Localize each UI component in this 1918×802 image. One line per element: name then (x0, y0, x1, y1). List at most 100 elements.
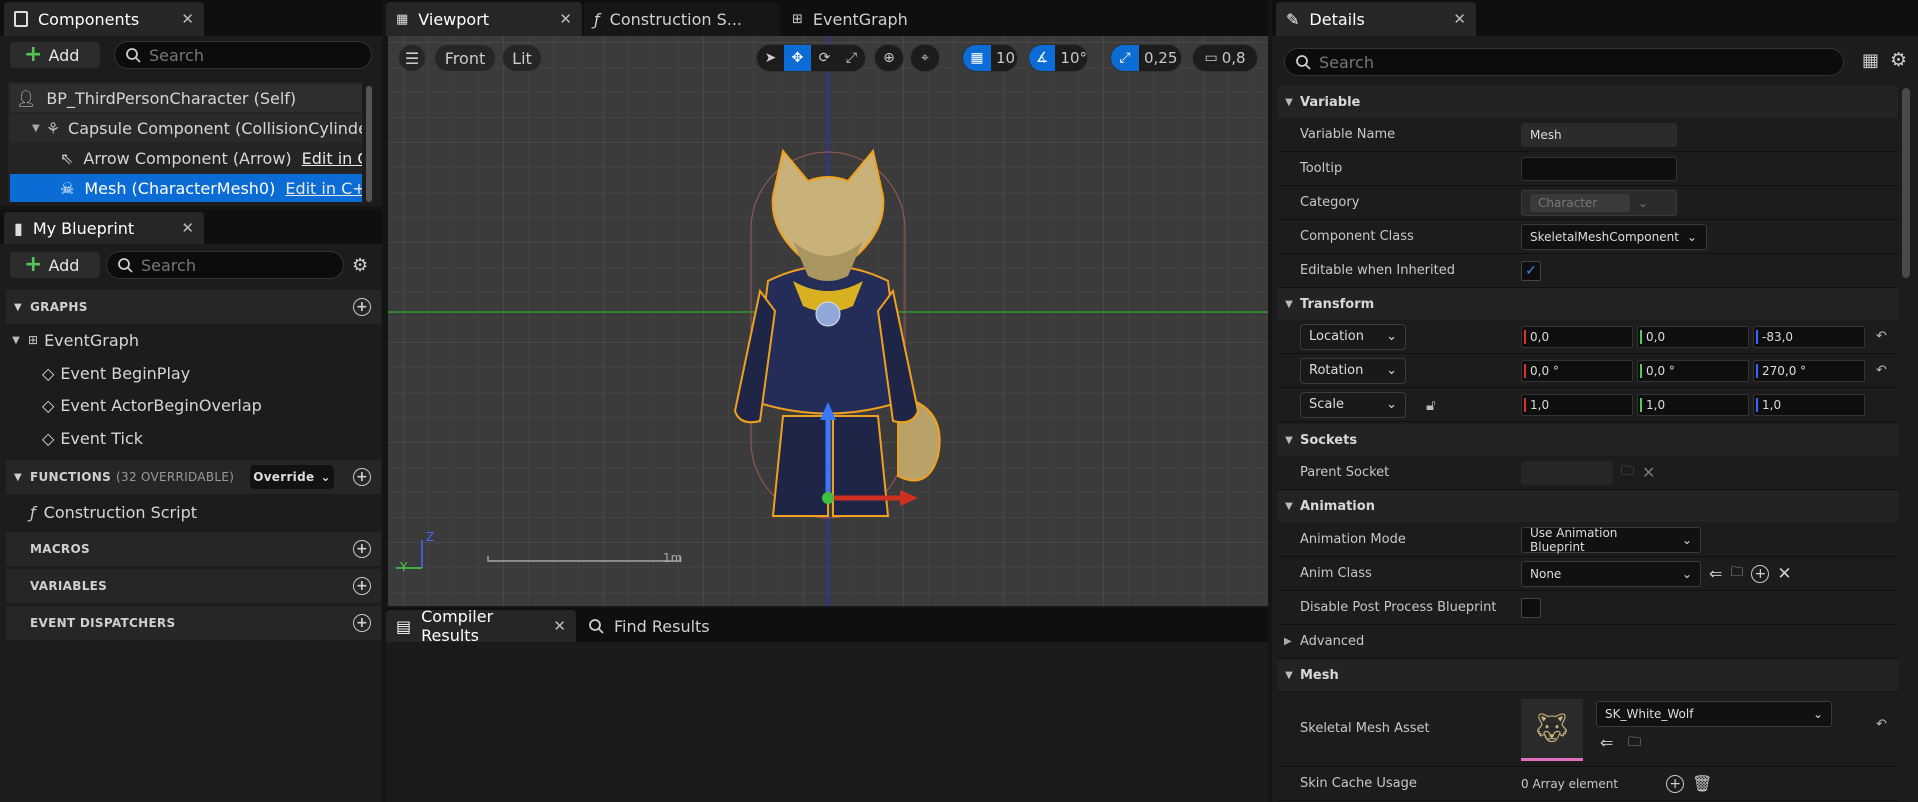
tree-row-arrow[interactable]: ⇖ Arrow Component (Arrow) Edit in C++ (10, 144, 362, 172)
component-class-dropdown[interactable]: SkeletalMeshComponent ⌄ (1521, 223, 1707, 250)
browse-icon[interactable]: 🗀︎ (1621, 462, 1634, 484)
location-y-input[interactable]: 0,0 (1637, 325, 1749, 348)
rotation-snap-group[interactable]: ∡ 10° (1028, 44, 1088, 72)
tree-row-event[interactable]: ◇ Event ActorBeginOverlap (6, 391, 376, 419)
reset-icon[interactable]: ↶ (1876, 717, 1887, 732)
location-mode-dropdown[interactable]: Location ⌄ (1300, 323, 1406, 350)
close-icon[interactable]: ✕ (181, 219, 194, 237)
clear-icon[interactable]: ✕ (1642, 463, 1655, 482)
location-z-input[interactable]: -83,0 (1753, 325, 1865, 348)
close-icon[interactable]: ✕ (181, 10, 194, 28)
animation-mode-dropdown[interactable]: Use Animation Blueprint ⌄ (1521, 526, 1701, 554)
disable-pp-checkbox[interactable] (1521, 597, 1541, 618)
camera-speed-group[interactable]: ▭ 0,8 (1192, 44, 1258, 72)
tree-row-mesh[interactable]: ☠ Mesh (CharacterMesh0) Edit in C++ (10, 174, 362, 202)
animation-section-header[interactable]: ▼ Animation (1278, 490, 1898, 522)
gear-icon[interactable]: ⚙ (352, 255, 368, 276)
add-function-icon[interactable]: + (353, 468, 371, 486)
tooltip-input[interactable] (1521, 156, 1677, 181)
rotation-x-input[interactable]: 0,0 ° (1521, 359, 1633, 382)
clear-icon[interactable]: ✕ (1777, 564, 1791, 584)
tree-row-event[interactable]: ◇ Event Tick (6, 424, 376, 452)
scale-z-input[interactable]: 1,0 (1753, 393, 1865, 416)
mesh-section-header[interactable]: ▼ Mesh (1278, 659, 1898, 691)
override-dropdown[interactable]: Override ⌄ (250, 465, 334, 489)
tab-event-graph[interactable]: ⊞ EventGraph (782, 2, 982, 36)
rotation-mode-dropdown[interactable]: Rotation ⌄ (1300, 357, 1406, 384)
view-mode-button[interactable]: Front (434, 44, 496, 72)
tree-row-event[interactable]: ◇ Event BeginPlay (6, 359, 376, 387)
editable-checkbox[interactable]: ✓ (1521, 260, 1541, 281)
variable-name-input[interactable]: Mesh (1521, 122, 1677, 147)
scale-mode-dropdown[interactable]: Scale ⌄ (1300, 391, 1406, 418)
viewport[interactable]: Z Y 1m ☰ Front Lit ➤ ✥ ⟳ ⤢ ⊕ ⌖ ▦ 10 ∡ 10… (388, 36, 1268, 606)
close-icon[interactable]: ✕ (1453, 10, 1466, 28)
scale-y-input[interactable]: 1,0 (1637, 393, 1749, 416)
graphs-section-header[interactable]: ▼ GRAPHS + (6, 290, 381, 324)
surface-snap-button[interactable]: ⌖ (910, 44, 940, 72)
details-search-input[interactable]: Search (1284, 48, 1844, 76)
move-tool-icon[interactable]: ✥ (784, 45, 811, 71)
tab-construction-script[interactable]: ƒ Construction S... (584, 2, 780, 36)
close-icon[interactable]: ✕ (553, 617, 566, 635)
browse-icon[interactable]: 🗀︎ (1628, 733, 1641, 755)
reset-icon[interactable]: ↶ (1876, 363, 1887, 378)
sockets-section-header[interactable]: ▼ Sockets (1278, 424, 1898, 456)
grid-snap-group[interactable]: ▦ 10 (962, 44, 1018, 72)
use-selected-icon[interactable]: ⇐ (1709, 564, 1722, 583)
parent-socket-input[interactable] (1521, 460, 1613, 485)
tree-row-construction-script[interactable]: ƒ Construction Script (6, 498, 376, 526)
use-selected-icon[interactable]: ⇐ (1600, 733, 1613, 752)
variable-section-header[interactable]: ▼ Variable (1278, 86, 1898, 118)
add-component-button[interactable]: + Add (10, 42, 100, 68)
tab-my-blueprint[interactable]: ▮ My Blueprint ✕ (4, 212, 204, 244)
tree-scrollbar[interactable] (366, 86, 372, 202)
tree-row-eventgraph[interactable]: ▼ ⊞ EventGraph (6, 326, 376, 354)
gear-icon[interactable]: ⚙ (1890, 49, 1907, 71)
add-blueprint-item-button[interactable]: + Add (10, 252, 100, 278)
lock-icon[interactable]: 🔓︎ (1426, 396, 1436, 414)
rotate-tool-icon[interactable]: ⟳ (811, 45, 838, 71)
trash-icon[interactable]: 🗑︎ (1692, 774, 1712, 793)
details-scrollbar[interactable] (1902, 88, 1910, 278)
variables-section-header[interactable]: VARIABLES + (6, 569, 381, 603)
rotation-y-input[interactable]: 0,0 ° (1637, 359, 1749, 382)
add-macro-icon[interactable]: + (353, 540, 371, 558)
dispatchers-section-header[interactable]: EVENT DISPATCHERS + (6, 606, 381, 640)
advanced-row[interactable]: ▶ Advanced (1278, 625, 1898, 659)
tab-compiler-results[interactable]: ▤ Compiler Results ✕ (386, 607, 576, 645)
reset-icon[interactable]: ↶ (1876, 329, 1887, 344)
edit-in-cpp-link[interactable]: Edit in C++ (302, 149, 362, 168)
tab-find-results[interactable]: Find Results (578, 610, 728, 642)
scale-tool-icon[interactable]: ⤢ (838, 45, 865, 71)
tab-viewport[interactable]: ▦ Viewport ✕ (386, 2, 582, 36)
skeletal-mesh-dropdown[interactable]: SK_White_Wolf ⌄ (1596, 701, 1832, 727)
table-view-icon[interactable]: ▦ (1862, 50, 1879, 71)
components-search-input[interactable]: Search (114, 41, 372, 69)
myblueprint-search-input[interactable]: Search (106, 251, 344, 279)
rotation-z-input[interactable]: 270,0 ° (1753, 359, 1865, 382)
add-dispatcher-icon[interactable]: + (353, 614, 371, 632)
macros-section-header[interactable]: MACROS + (6, 532, 381, 566)
lit-mode-button[interactable]: Lit (502, 44, 542, 72)
tree-row-self[interactable]: 👤︎ BP_ThirdPersonCharacter (Self) (10, 84, 362, 112)
coordinate-space-button[interactable]: ⊕ (874, 44, 904, 72)
anim-class-dropdown[interactable]: None ⌄ (1521, 560, 1701, 587)
select-cursor-icon[interactable]: ➤ (757, 45, 784, 71)
close-icon[interactable]: ✕ (559, 10, 572, 28)
location-x-input[interactable]: 0,0 (1521, 325, 1633, 348)
scale-x-input[interactable]: 1,0 (1521, 393, 1633, 416)
mesh-thumbnail[interactable]: 🐺︎ (1521, 699, 1583, 761)
edit-in-cpp-link[interactable]: Edit in C++ (285, 179, 362, 198)
scale-snap-group[interactable]: ⤢ 0,25 (1110, 44, 1182, 72)
tab-details[interactable]: ✎ Details ✕ (1276, 2, 1476, 36)
add-icon[interactable]: + (1751, 564, 1770, 583)
add-icon[interactable]: + (1666, 774, 1685, 793)
add-graph-icon[interactable]: + (353, 298, 371, 316)
transform-section-header[interactable]: ▼ Transform (1278, 288, 1898, 320)
tab-components[interactable]: Components ✕ (4, 2, 204, 36)
viewport-menu-button[interactable]: ☰ (398, 44, 426, 72)
browse-icon[interactable]: 🗀︎ (1730, 563, 1743, 585)
tree-row-capsule[interactable]: ▼ ⚘ Capsule Component (CollisionCylinder… (10, 114, 362, 142)
add-variable-icon[interactable]: + (353, 577, 371, 595)
